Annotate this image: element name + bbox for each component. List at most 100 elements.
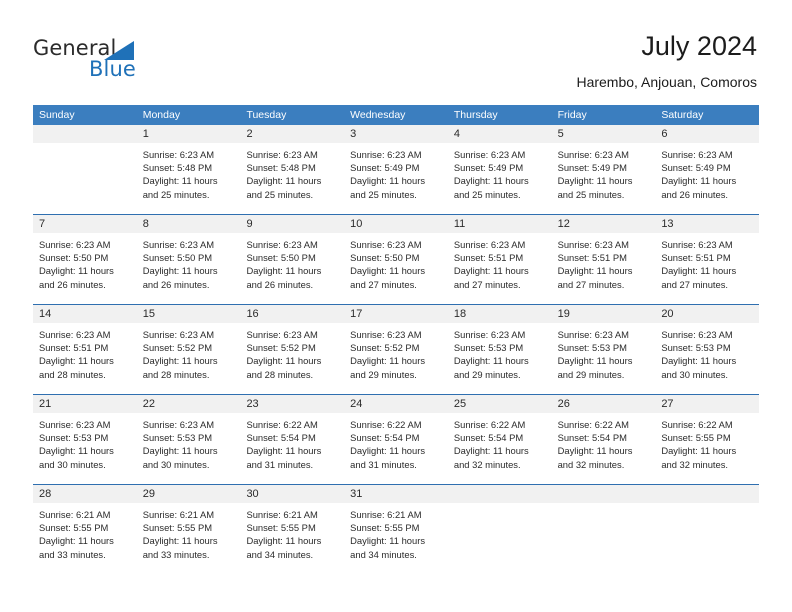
day-detail-line: and 31 minutes.	[350, 458, 417, 470]
day-details	[33, 143, 137, 148]
day-details: Sunrise: 6:23 AM Sunset: 5:53 PM Daylight:…	[655, 323, 759, 381]
calendar-day-cell[interactable]: 22 Sunrise: 6:23 AM Sunset: 5:53 PM Dayligh…	[136, 395, 241, 484]
day-number: 26	[551, 395, 656, 413]
day-detail-line: Sunset: 5:54 PM	[350, 432, 420, 444]
day-detail-line: Sunset: 5:51 PM	[39, 342, 109, 354]
day-details	[552, 503, 656, 508]
day-number: 10	[344, 215, 448, 233]
day-detail-line: Sunset: 5:54 PM	[557, 432, 627, 444]
day-detail-line: Sunset: 5:55 PM	[142, 522, 213, 534]
day-detail-line: Sunset: 5:49 PM	[557, 162, 627, 174]
calendar-day-cell[interactable]: 16 Sunrise: 6:23 AM Sunset: 5:52 PM Dayligh…	[240, 305, 345, 394]
page-header: General Blue July 2024 Harembo, Anjouan,…	[0, 0, 792, 100]
calendar-day-cell[interactable]: 10 Sunrise: 6:23 AM Sunset: 5:50 PM Dayligh…	[344, 215, 448, 304]
calendar-day-cell[interactable]: 23 Sunrise: 6:22 AM Sunset: 5:54 PM Dayligh…	[240, 395, 345, 484]
calendar-day-cell[interactable]: 17 Sunrise: 6:23 AM Sunset: 5:52 PM Dayligh…	[344, 305, 448, 394]
day-number: 13	[655, 215, 760, 233]
calendar-day-cell[interactable]: 2 Sunrise: 6:23 AM Sunset: 5:48 PM Daylight…	[240, 125, 345, 214]
day-detail-line: Sunset: 5:51 PM	[557, 252, 627, 264]
day-detail-line: and 25 minutes.	[350, 188, 417, 200]
calendar-day-cell[interactable]: 1 Sunrise: 6:23 AM Sunset: 5:48 PM Daylight…	[136, 125, 241, 214]
calendar-day-cell[interactable]: 8 Sunrise: 6:23 AM Sunset: 5:50 PM Daylight…	[136, 215, 241, 304]
day-details: Sunrise: 6:23 AM Sunset: 5:49 PM Daylight:…	[344, 143, 448, 201]
day-number: 24	[344, 395, 448, 413]
calendar-day-cell[interactable]: 15 Sunrise: 6:23 AM Sunset: 5:52 PM Dayligh…	[136, 305, 241, 394]
calendar-day-cell[interactable]: 6 Sunrise: 6:23 AM Sunset: 5:49 PM Daylight…	[655, 125, 760, 214]
day-details: Sunrise: 6:22 AM Sunset: 5:54 PM Daylight:…	[552, 413, 656, 471]
calendar-day-empty	[33, 125, 137, 214]
day-detail-line: Daylight: 11 hours	[142, 265, 218, 277]
day-detail-line: Sunset: 5:53 PM	[142, 432, 213, 444]
day-detail-line: Sunrise: 6:23 AM	[142, 239, 215, 250]
day-detail-line: and 27 minutes.	[661, 278, 729, 290]
calendar-day-cell[interactable]: 27 Sunrise: 6:22 AM Sunset: 5:55 PM Dayligh…	[655, 395, 760, 484]
calendar-day-cell[interactable]: 26 Sunrise: 6:22 AM Sunset: 5:54 PM Dayligh…	[551, 395, 656, 484]
day-detail-line: Sunrise: 6:21 AM	[39, 509, 111, 520]
day-detail-line: Daylight: 11 hours	[39, 445, 114, 457]
calendar-day-cell[interactable]: 24 Sunrise: 6:22 AM Sunset: 5:54 PM Dayligh…	[344, 395, 448, 484]
weekday-header-monday: Monday	[142, 109, 181, 121]
calendar-day-cell[interactable]: 31 Sunrise: 6:21 AM Sunset: 5:55 PM Dayligh…	[344, 485, 448, 574]
day-detail-line: and 31 minutes.	[246, 458, 314, 470]
day-number	[447, 485, 552, 503]
calendar-day-cell[interactable]: 14 Sunrise: 6:23 AM Sunset: 5:51 PM Dayligh…	[33, 305, 137, 394]
calendar-day-cell[interactable]: 28 Sunrise: 6:21 AM Sunset: 5:55 PM Dayligh…	[33, 485, 137, 574]
day-detail-line: Sunrise: 6:23 AM	[39, 419, 111, 430]
calendar-day-cell[interactable]: 7 Sunrise: 6:23 AM Sunset: 5:50 PM Daylight…	[33, 215, 137, 304]
day-detail-line: Sunrise: 6:23 AM	[142, 149, 215, 160]
day-detail-line: Sunset: 5:53 PM	[557, 342, 627, 354]
day-detail-line: Sunset: 5:48 PM	[246, 162, 316, 174]
day-detail-line: Sunset: 5:52 PM	[142, 342, 213, 354]
day-number: 7	[33, 215, 137, 233]
day-number: 19	[551, 305, 656, 323]
calendar-day-cell[interactable]: 29 Sunrise: 6:21 AM Sunset: 5:55 PM Dayligh…	[136, 485, 241, 574]
calendar-day-cell[interactable]: 13 Sunrise: 6:23 AM Sunset: 5:51 PM Dayligh…	[655, 215, 760, 304]
day-detail-line: Sunset: 5:50 PM	[350, 252, 420, 264]
calendar-day-cell[interactable]: 9 Sunrise: 6:23 AM Sunset: 5:50 PM Daylight…	[240, 215, 345, 304]
calendar-day-cell[interactable]: 21 Sunrise: 6:23 AM Sunset: 5:53 PM Dayligh…	[33, 395, 137, 484]
day-detail-line: Daylight: 11 hours	[246, 445, 322, 457]
day-detail-line: Sunrise: 6:23 AM	[557, 329, 629, 340]
day-detail-line: Sunrise: 6:23 AM	[246, 239, 318, 250]
calendar-day-cell[interactable]: 11 Sunrise: 6:23 AM Sunset: 5:51 PM Dayligh…	[447, 215, 552, 304]
calendar-day-cell[interactable]: 4 Sunrise: 6:23 AM Sunset: 5:49 PM Daylight…	[447, 125, 552, 214]
day-detail-line: Sunset: 5:51 PM	[661, 252, 731, 264]
calendar-day-cell[interactable]: 5 Sunrise: 6:23 AM Sunset: 5:49 PM Daylight…	[551, 125, 656, 214]
calendar-page: General Blue July 2024 Harembo, Anjouan,…	[0, 0, 792, 612]
calendar-day-cell[interactable]: 19 Sunrise: 6:23 AM Sunset: 5:53 PM Dayligh…	[551, 305, 656, 394]
calendar-day-cell[interactable]: 25 Sunrise: 6:22 AM Sunset: 5:54 PM Dayligh…	[447, 395, 552, 484]
day-detail-line: Sunset: 5:55 PM	[350, 522, 420, 534]
day-detail-line: and 28 minutes.	[246, 368, 314, 380]
day-detail-line: and 26 minutes.	[661, 188, 729, 200]
calendar-day-cell[interactable]: 30 Sunrise: 6:21 AM Sunset: 5:55 PM Dayligh…	[240, 485, 345, 574]
day-details: Sunrise: 6:23 AM Sunset: 5:48 PM Daylight:…	[137, 143, 241, 201]
day-detail-line: Daylight: 11 hours	[142, 175, 218, 187]
day-detail-line: Sunrise: 6:23 AM	[453, 239, 526, 250]
calendar-day-cell[interactable]: 18 Sunrise: 6:23 AM Sunset: 5:53 PM Dayligh…	[447, 305, 552, 394]
calendar-day-cell[interactable]: 12 Sunrise: 6:23 AM Sunset: 5:51 PM Dayligh…	[551, 215, 656, 304]
day-detail-line: Sunset: 5:53 PM	[39, 432, 109, 444]
calendar-day-empty	[447, 485, 552, 574]
calendar-week-row: 28 Sunrise: 6:21 AM Sunset: 5:55 PM Dayligh…	[33, 484, 760, 574]
day-details: Sunrise: 6:23 AM Sunset: 5:51 PM Daylight:…	[552, 233, 656, 291]
day-details: Sunrise: 6:23 AM Sunset: 5:52 PM Daylight:…	[344, 323, 448, 381]
day-number: 22	[136, 395, 241, 413]
day-detail-line: and 26 minutes.	[39, 278, 106, 290]
day-detail-line: Sunrise: 6:23 AM	[350, 149, 422, 160]
day-detail-line: and 30 minutes.	[661, 368, 729, 380]
day-detail-line: Daylight: 11 hours	[557, 265, 633, 277]
calendar-day-cell[interactable]: 3 Sunrise: 6:23 AM Sunset: 5:49 PM Daylight…	[344, 125, 448, 214]
general-blue-logo[interactable]: General Blue	[33, 36, 233, 86]
day-detail-line: and 30 minutes.	[39, 458, 106, 470]
day-detail-line: and 25 minutes.	[557, 188, 625, 200]
day-detail-line: Daylight: 11 hours	[350, 535, 426, 547]
day-detail-line: Sunset: 5:50 PM	[39, 252, 109, 264]
day-detail-line: Sunrise: 6:23 AM	[350, 239, 422, 250]
day-detail-line: Daylight: 11 hours	[142, 535, 218, 547]
calendar-day-empty	[655, 485, 760, 574]
day-number: 15	[136, 305, 241, 323]
weekday-header-saturday: Saturday	[661, 109, 704, 121]
day-detail-line: and 25 minutes.	[453, 188, 521, 200]
day-detail-line: Daylight: 11 hours	[557, 175, 633, 187]
calendar-day-cell[interactable]: 20 Sunrise: 6:23 AM Sunset: 5:53 PM Dayligh…	[655, 305, 760, 394]
